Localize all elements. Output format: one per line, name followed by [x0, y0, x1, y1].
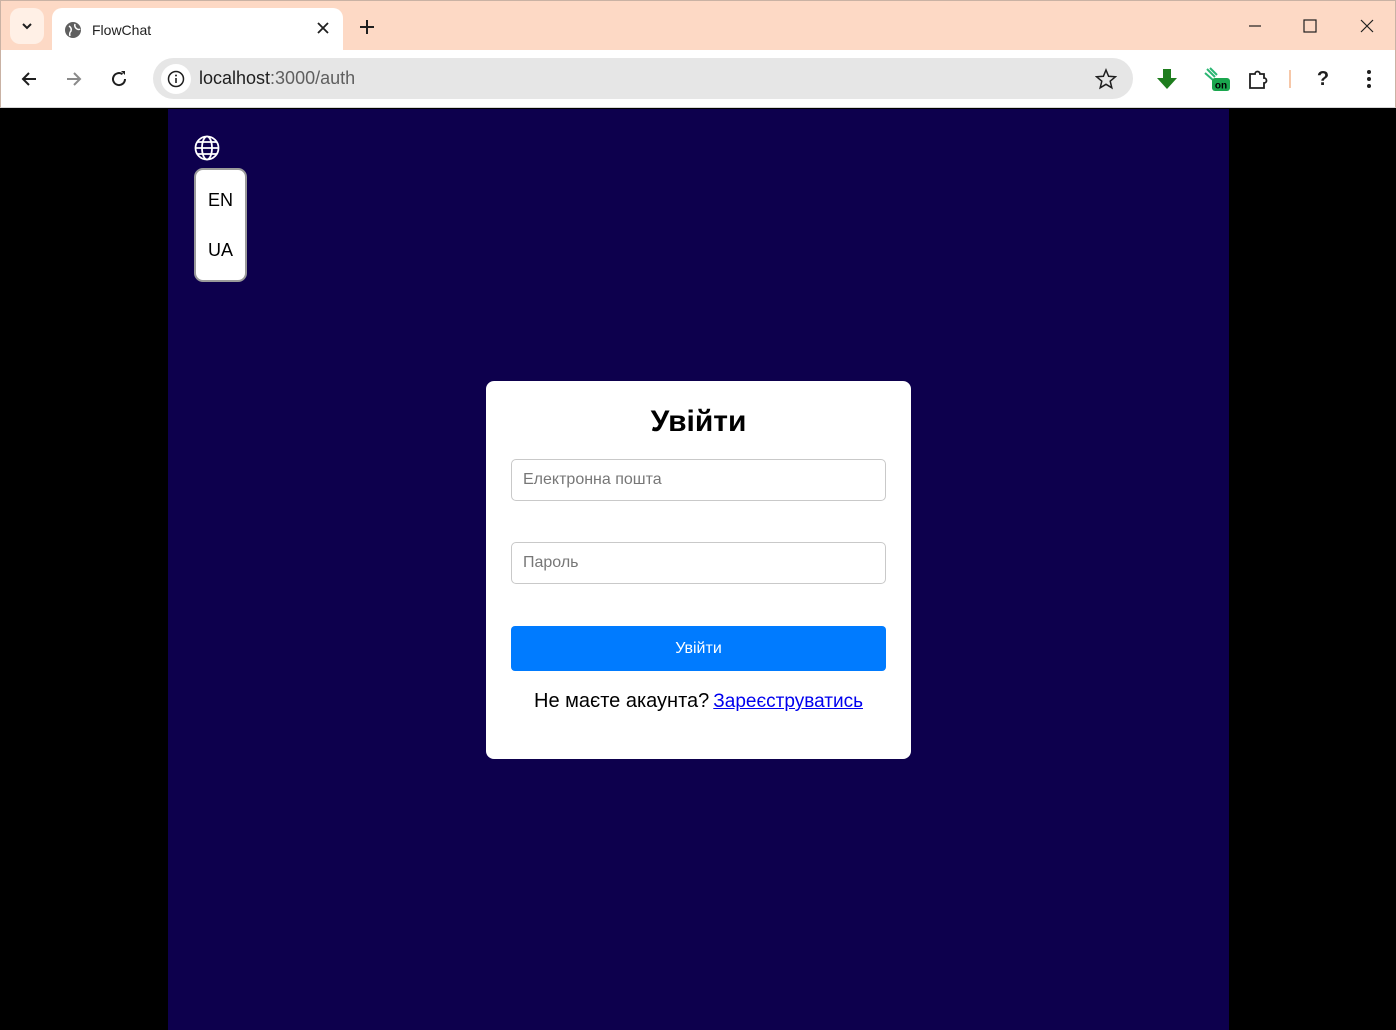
globe-icon[interactable] [194, 135, 220, 161]
extension-on-icon: on [1204, 67, 1230, 92]
app-container: EN UA Увійти Увійти Не маєте акаунта?Зар… [168, 109, 1229, 1030]
page-viewport: EN UA Увійти Увійти Не маєте акаунта?Зар… [1, 109, 1395, 1030]
address-bar[interactable]: localhost:3000/auth [153, 58, 1133, 99]
extension-badge: on [1215, 81, 1227, 92]
tab-close-button[interactable] [313, 18, 333, 38]
forward-arrow-icon [67, 72, 82, 86]
forward-button[interactable] [58, 63, 90, 95]
kebab-menu-icon [1367, 70, 1371, 88]
extensions-button[interactable] [1242, 63, 1274, 95]
download-arrow-icon [1157, 69, 1177, 89]
browser-tab[interactable]: FlowChat [52, 8, 343, 51]
puzzle-icon [1249, 70, 1268, 89]
extension-on-button[interactable]: on [1201, 63, 1233, 95]
maximize-icon [1303, 19, 1317, 33]
email-input[interactable] [511, 459, 886, 501]
login-card: Увійти Увійти Не маєте акаунта?Зареєстру… [486, 381, 911, 759]
close-icon [1360, 19, 1374, 33]
login-button[interactable]: Увійти [511, 626, 886, 671]
minimize-icon [1249, 25, 1261, 27]
login-title: Увійти [650, 405, 747, 438]
url-host: localhost [199, 68, 271, 88]
language-option-ua[interactable]: UA [196, 240, 245, 261]
download-extension-button[interactable] [1151, 63, 1183, 95]
plus-icon [360, 20, 374, 34]
toolbar-separator [1289, 70, 1291, 88]
tab-title: FlowChat [92, 21, 152, 38]
new-tab-button[interactable] [353, 13, 381, 41]
register-prompt: Не маєте акаунта? Зареєструватись [486, 690, 911, 713]
site-info-button[interactable] [161, 64, 191, 94]
tab-search-button[interactable] [10, 8, 44, 44]
info-icon [167, 70, 185, 88]
browser-titlebar: FlowChat [0, 0, 1396, 51]
password-input[interactable] [511, 542, 886, 584]
reload-icon [112, 71, 127, 87]
language-menu: EN UA [194, 168, 247, 282]
back-arrow-icon [21, 72, 36, 86]
back-button[interactable] [13, 63, 45, 95]
close-icon [317, 22, 329, 34]
browser-toolbar: localhost:3000/auth on ? [0, 50, 1396, 108]
chevron-down-icon [22, 23, 32, 30]
url-path: :3000/auth [270, 68, 356, 88]
browser-menu-button[interactable] [1353, 63, 1385, 95]
star-icon[interactable] [1095, 68, 1117, 90]
reload-button[interactable] [103, 63, 135, 95]
close-window-button[interactable] [1347, 9, 1387, 43]
help-icon: ? [1316, 67, 1330, 90]
url-text: localhost:3000/auth [199, 68, 355, 89]
globe-icon [65, 21, 81, 38]
help-button[interactable]: ? [1307, 63, 1339, 95]
no-account-text: Не маєте акаунта? [534, 690, 710, 712]
register-link[interactable]: Зареєструватись [713, 691, 863, 712]
language-option-en[interactable]: EN [196, 190, 245, 211]
maximize-button[interactable] [1290, 9, 1330, 43]
minimize-button[interactable] [1235, 9, 1275, 43]
